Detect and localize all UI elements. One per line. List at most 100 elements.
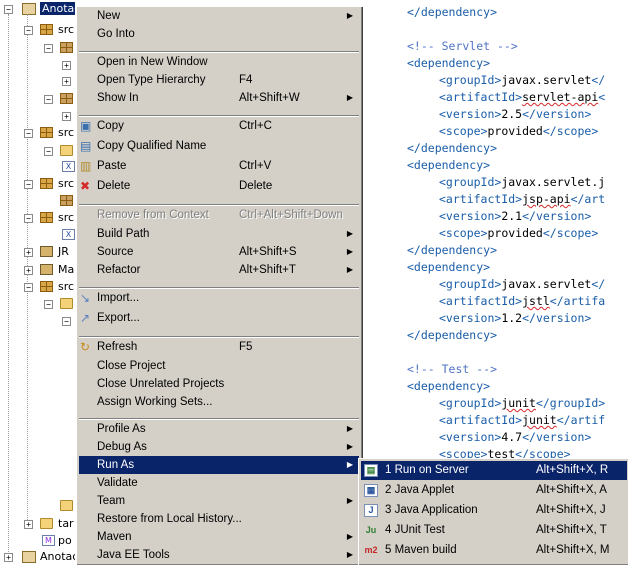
tree-row-root[interactable]: − Anotac [0,1,75,17]
xml-text: junit [501,396,536,410]
menu-item-team[interactable]: Team ▶ [79,492,359,510]
tree-row[interactable]: − [0,91,75,107]
menu-item-build-path[interactable]: Build Path ▶ [79,225,359,243]
collapse-toggle-icon[interactable]: − [62,317,71,326]
menu-item-assign-working-sets[interactable]: Assign Working Sets... [79,393,359,411]
menu-item-go-into[interactable]: Go Into [79,25,359,43]
tree-row[interactable]: − [0,40,75,56]
tree-row[interactable]: + [0,57,75,73]
menu-item-label: Refresh [97,341,138,353]
submenu-item-shortcut: Alt+Shift+X, T [536,524,607,536]
menu-item-profile-as[interactable]: Profile As ▶ [79,420,359,438]
xml-text: jsp-api [522,192,571,206]
menu-item-debug-as[interactable]: Debug As ▶ [79,438,359,456]
tree-row[interactable]: + [0,108,75,124]
tree-row[interactable]: X [0,227,75,243]
collapse-toggle-icon[interactable]: − [24,129,33,138]
collapse-toggle-icon[interactable]: − [44,300,53,309]
menu-item-shortcut: Alt+Shift+W [239,92,300,104]
submenu-item-5-maven-build[interactable]: m2 5 Maven build Alt+Shift+X, M [361,541,627,560]
copy-qualified-name-icon: ▤ [80,139,92,153]
tree-row[interactable]: − [0,313,75,329]
tree-row[interactable]: − src [0,176,75,192]
menu-item-copy-qualified-name[interactable]: ▤ Copy Qualified Name [79,137,359,155]
menu-item-label: Import... [97,292,140,304]
menu-item-run-as[interactable]: Run As ▶ [79,456,359,474]
xml-tag: <scope> [439,226,488,240]
menu-item-paste[interactable]: ▥ Paste Ctrl+V [79,157,359,175]
editor-line: </dependency> [407,4,497,21]
delete-icon: ✖ [80,179,91,193]
menu-item-validate[interactable]: Validate [79,474,359,492]
menu-item-maven[interactable]: Maven ▶ [79,528,359,546]
menu-item-delete[interactable]: ✖ Delete Delete [79,177,359,195]
submenu-item-3-java-application[interactable]: J 3 Java Application Alt+Shift+X, J [361,501,627,520]
expand-toggle-icon[interactable]: + [24,520,33,529]
menu-item-export[interactable]: ↗ Export... [79,309,359,327]
tree-row[interactable]: − src [0,125,75,141]
expand-toggle-icon[interactable]: + [62,61,71,70]
folder-icon [60,145,73,156]
collapse-toggle-icon[interactable]: − [24,180,33,189]
collapse-toggle-icon[interactable]: − [4,5,13,14]
refresh-icon: ↻ [80,340,91,354]
submenu-item-4-junit-test[interactable]: Ju 4 JUnit Test Alt+Shift+X, T [361,521,627,540]
menu-item-source[interactable]: Source Alt+Shift+S ▶ [79,243,359,261]
menu-item-label: Team [97,495,126,507]
xml-tag: <version> [439,209,502,223]
package-icon [60,195,73,206]
tree-row[interactable]: + JR [0,244,75,260]
tree-row[interactable]: M po [0,533,75,549]
submenu-item-1-run-on-server[interactable]: ▤ 1 Run on Server Alt+Shift+X, R [361,461,627,480]
menu-item-refresh[interactable]: ↻ Refresh F5 [79,338,359,356]
menu-item-import[interactable]: ↘ Import... [79,289,359,307]
expand-toggle-icon[interactable]: + [24,266,33,275]
collapse-toggle-icon[interactable]: − [24,283,33,292]
package-icon [60,42,73,53]
editor-line: <groupId>javax.servlet</ [439,72,605,89]
menu-item-close-project[interactable]: Close Project [79,357,359,375]
collapse-toggle-icon[interactable]: − [44,95,53,104]
tree-row[interactable]: X [0,159,75,175]
submenu-arrow-icon: ▶ [346,11,353,20]
tree-row[interactable] [0,193,75,209]
tree-row[interactable]: − [0,296,75,312]
editor-line: <scope>provided</scope> [439,123,598,140]
menu-item-close-unrelated-projects[interactable]: Close Unrelated Projects [79,375,359,393]
tree-row[interactable]: − src [0,279,75,295]
submenu-item-shortcut: Alt+Shift+X, J [536,504,606,516]
xml-tag: <artifactId> [439,192,523,206]
expand-toggle-icon[interactable]: + [4,553,13,562]
menu-item-java-ee-tools[interactable]: Java EE Tools ▶ [79,546,359,564]
xml-tag: <artifactId> [439,413,523,427]
tree-row[interactable]: − src [0,22,75,38]
collapse-toggle-icon[interactable]: − [44,147,53,156]
tree-row[interactable]: + tar [0,516,75,532]
menu-item-label: New [97,10,121,22]
tree-row[interactable]: − src [0,210,75,226]
tree-row[interactable]: + [0,73,75,89]
submenu-item-2-java-applet[interactable]: ▦ 2 Java Applet Alt+Shift+X, A [361,481,627,500]
package-icon [60,93,73,104]
menu-item-copy[interactable]: ▣ Copy Ctrl+C [79,117,359,135]
menu-item-new[interactable]: New ▶ [79,7,359,25]
collapse-toggle-icon[interactable]: − [44,44,53,53]
menu-item-restore-from-local-history[interactable]: Restore from Local History... [79,510,359,528]
expand-toggle-icon[interactable]: + [24,248,33,257]
expand-toggle-icon[interactable]: + [62,77,71,86]
menu-item-open-in-new-window[interactable]: Open in New Window [79,53,359,71]
tree-row[interactable]: − [0,143,75,159]
tree-row[interactable] [0,498,75,514]
tree-row[interactable]: + Ma [0,262,75,278]
menu-item-open-type-hierarchy[interactable]: Open Type Hierarchy F4 [79,71,359,89]
java-application-icon: J [364,504,378,517]
tree-row[interactable]: + Anotac [0,549,75,564]
menu-item-label: Java EE Tools [97,549,170,561]
menu-item-show-in[interactable]: Show In Alt+Shift+W ▶ [79,89,359,107]
xml-tag: <groupId> [439,396,502,410]
collapse-toggle-icon[interactable]: − [24,26,33,35]
menu-item-refactor[interactable]: Refactor Alt+Shift+T ▶ [79,261,359,279]
xml-tag: <version> [439,311,502,325]
collapse-toggle-icon[interactable]: − [24,214,33,223]
expand-toggle-icon[interactable]: + [62,112,71,121]
